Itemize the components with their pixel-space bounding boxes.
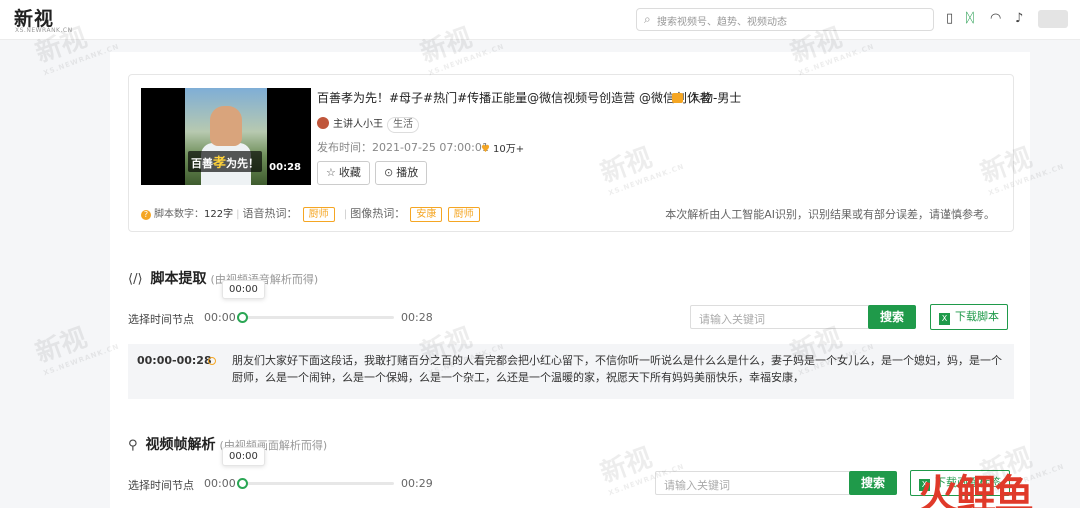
- keyword-input[interactable]: 请输入关键词: [655, 471, 851, 495]
- bell-icon[interactable]: ♪: [1015, 11, 1023, 26]
- star-icon: ☆: [326, 166, 336, 179]
- search-icon: ⌕: [644, 12, 651, 26]
- category-icon: [672, 93, 683, 103]
- category-tag: 人物-男士: [672, 89, 741, 106]
- play-button[interactable]: ⊙ 播放: [375, 161, 428, 185]
- timeline-track[interactable]: [242, 316, 394, 319]
- script-entry: 00:00-00:28 朋友们大家好下面这段话，我敢打赌百分之百的人看完都会把小…: [128, 344, 1014, 399]
- top-bar: 新视 XS.NEWRANK.CN ⌕ 搜索视频号、趋势、视频动态 ▯ ᛞ ◠ ♪: [0, 0, 1080, 40]
- play-icon: ⊙: [384, 166, 394, 179]
- timeline-handle[interactable]: [237, 478, 248, 489]
- time-start: 00:00: [204, 311, 236, 324]
- timeline-tooltip: 00:00: [222, 447, 265, 466]
- mobile-icon[interactable]: ▯: [946, 11, 953, 26]
- download-script-button[interactable]: X 下载脚本: [930, 304, 1008, 330]
- script-text: 朋友们大家好下面这段话，我敢打赌百分之百的人看完都会把小红心留下，不信你听一听说…: [232, 354, 1002, 384]
- timeline-track[interactable]: [242, 482, 394, 485]
- image-hotword-tag[interactable]: 厨师: [447, 207, 480, 222]
- thumbnail-person-face: [210, 106, 242, 146]
- collect-button[interactable]: ☆ 收藏: [317, 161, 370, 185]
- frame-analysis-icon: ⚲: [128, 438, 138, 453]
- like-icon: ♥: [481, 144, 490, 155]
- author-name: 主讲人小王: [333, 119, 383, 130]
- script-stats: ? 脚本数字：122字 | 语音热词： 厨师 | 图像热词： 安康 厨师: [141, 205, 480, 222]
- author-info[interactable]: 主讲人小王 生活: [317, 115, 419, 133]
- help-icon: ?: [141, 210, 151, 220]
- author-tag: 生活: [387, 117, 419, 133]
- timeline-dot-icon: [208, 357, 216, 365]
- time-end: 00:28: [401, 311, 433, 324]
- corner-brand-logo: 火鲤鱼: [918, 472, 1034, 508]
- ai-disclaimer: 本次解析由人工智能AI识别，识别结果或有部分误差，请谨慎参考。: [665, 208, 995, 221]
- timeline-tooltip: 00:00: [222, 280, 265, 299]
- headset-icon[interactable]: ◠: [990, 11, 1001, 26]
- video-duration: 00:28: [269, 162, 301, 173]
- video-thumbnail[interactable]: 百善孝为先！ 00:28: [141, 88, 311, 185]
- site-logo-subtext: XS.NEWRANK.CN: [15, 27, 73, 34]
- time-node-label: 选择时间节点: [128, 479, 194, 492]
- code-icon: ⟨/⟩: [128, 272, 143, 287]
- search-placeholder: 搜索视频号、趋势、视频动态: [657, 17, 787, 28]
- mini-program-icon[interactable]: ᛞ: [966, 11, 974, 26]
- main-panel: 百善孝为先！ 00:28 百善孝为先！#母子#热门#传播正能量@微信视频号创造营…: [110, 52, 1030, 508]
- time-end: 00:29: [401, 477, 433, 490]
- watermark: 新视XS.NEWRANK.CN: [31, 322, 121, 378]
- user-avatar[interactable]: [1038, 10, 1068, 28]
- keyword-input[interactable]: 请输入关键词: [690, 305, 870, 329]
- search-button[interactable]: 搜索: [868, 305, 916, 329]
- likes-count: ♥ 10万+: [481, 144, 525, 155]
- author-avatar: [317, 117, 329, 129]
- time-start: 00:00: [204, 477, 236, 490]
- publish-time: 发布时间：2021-07-25 07:00:01: [317, 141, 489, 154]
- image-hotword-tag[interactable]: 安康: [410, 207, 443, 222]
- video-info-card: 百善孝为先！ 00:28 百善孝为先！#母子#热门#传播正能量@微信视频号创造营…: [128, 74, 1014, 232]
- script-time-range: 00:00-00:28: [137, 354, 212, 367]
- timeline-handle[interactable]: [237, 312, 248, 323]
- time-node-label: 选择时间节点: [128, 313, 194, 326]
- excel-icon: X: [939, 313, 950, 325]
- search-button[interactable]: 搜索: [849, 471, 897, 495]
- thumbnail-caption: 百善孝为先！: [188, 151, 263, 172]
- voice-hotword-tag[interactable]: 厨师: [302, 207, 335, 222]
- global-search-input[interactable]: ⌕ 搜索视频号、趋势、视频动态: [636, 8, 934, 31]
- video-title[interactable]: 百善孝为先！#母子#热门#传播正能量@微信视频号创造营 @微信创作者: [317, 89, 711, 106]
